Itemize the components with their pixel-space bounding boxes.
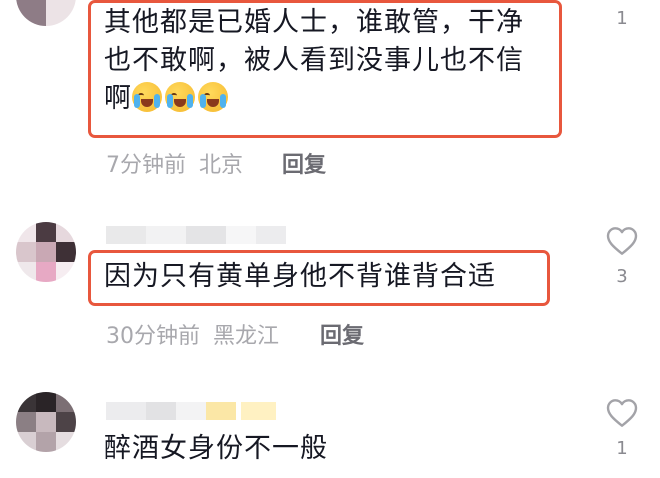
heart-outline-icon [606,227,638,255]
like-count: 1 [616,8,628,29]
avatar[interactable] [16,0,76,26]
like-count: 1 [616,438,628,459]
crying-emoji-icon [132,82,162,112]
comment-time: 30分钟前 [106,324,200,349]
comment-meta: 7分钟前 北京 [106,147,243,179]
like-count: 3 [616,266,628,287]
comment-meta: 30分钟前 黑龙江 [106,318,279,350]
comment-text: 醉酒女身份不一般 [104,433,328,464]
comment-text-line: 也不敢啊，被人看到没事儿也不信 [104,45,524,76]
crying-emoji-icon [198,82,228,112]
like-button[interactable] [602,226,642,256]
like-button[interactable] [602,398,642,428]
crying-emoji-icon [165,82,195,112]
comment-location: 黑龙江 [213,324,280,349]
comment-text: 其他都是已婚人士，谁敢管，干净 也不敢啊，被人看到没事儿也不信 啊 [104,4,524,118]
comment-item: 醉酒女身份不一般 1 [0,380,660,478]
comment-location: 北京 [199,153,244,178]
avatar[interactable] [16,222,76,282]
comment-item: 因为只有黄单身他不背谁背合适 30分钟前 黑龙江 回复 3 [0,210,660,360]
comment-time: 7分钟前 [106,153,186,178]
comment-text-line: 啊 [104,83,132,114]
reply-button[interactable]: 回复 [320,318,364,350]
comment-text-line: 其他都是已婚人士，谁敢管，干净 [104,7,524,38]
comment-text: 因为只有黄单身他不背谁背合适 [104,261,496,292]
comment-item: 其他都是已婚人士，谁敢管，干净 也不敢啊，被人看到没事儿也不信 啊 7分钟前 北… [0,0,660,190]
avatar[interactable] [16,392,76,452]
comment-text-line-3: 啊 [104,80,524,118]
username-blurred[interactable] [106,226,286,244]
heart-outline-icon [606,399,638,427]
username-blurred[interactable] [106,402,276,420]
reply-button[interactable]: 回复 [282,147,326,179]
